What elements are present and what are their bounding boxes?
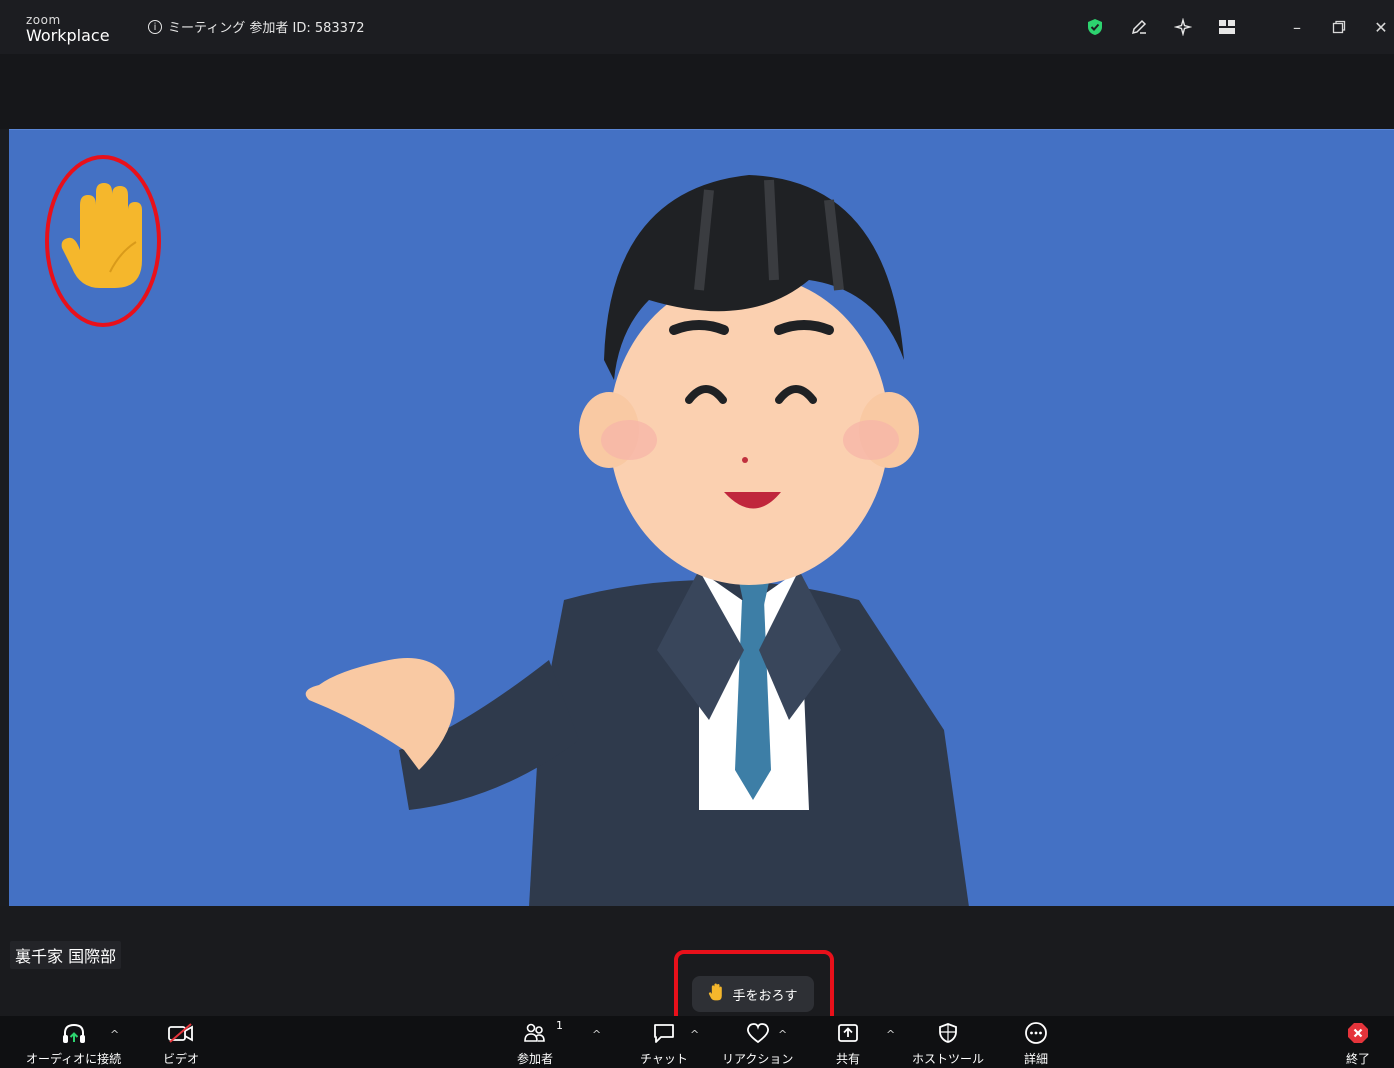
more-button[interactable]: 詳細 bbox=[1024, 1020, 1048, 1067]
participants-options-chevron-icon[interactable]: ^ bbox=[592, 1028, 601, 1041]
share-arrow-icon bbox=[836, 1020, 860, 1046]
restore-icon[interactable] bbox=[1326, 14, 1352, 40]
security-shield-icon[interactable] bbox=[1082, 14, 1108, 40]
top-spacer bbox=[0, 54, 1394, 129]
chat-bubble-icon bbox=[652, 1020, 676, 1046]
share-options-chevron-icon[interactable]: ^ bbox=[886, 1028, 895, 1041]
meeting-toolbar: オーディオに接続 ^ ビデオ 参加者 1 ^ チャット ^ リアクション ^ 共… bbox=[0, 1016, 1394, 1068]
apps-grid-icon[interactable] bbox=[1214, 14, 1240, 40]
participant-video[interactable] bbox=[9, 129, 1394, 907]
reactions-label: リアクション bbox=[722, 1052, 794, 1066]
meeting-info[interactable]: i ミーティング 参加者 ID: 583372 bbox=[148, 17, 364, 36]
audio-label: オーディオに接続 bbox=[26, 1052, 122, 1066]
close-icon[interactable]: ✕ bbox=[1368, 14, 1394, 40]
meeting-info-text: ミーティング 参加者 ID: 583372 bbox=[168, 21, 365, 36]
info-icon: i bbox=[148, 19, 162, 34]
end-x-icon bbox=[1346, 1020, 1370, 1046]
annotation-circle-hand bbox=[45, 155, 161, 327]
share-button[interactable]: 共有 bbox=[836, 1020, 860, 1067]
host-tools-button[interactable]: ホストツール bbox=[912, 1020, 984, 1067]
reaction-heart-icon bbox=[745, 1020, 771, 1046]
title-bar-icons: – ✕ bbox=[1064, 14, 1394, 40]
title-bar: zoom Workplace i ミーティング 参加者 ID: 583372 –… bbox=[0, 0, 1394, 54]
logo-workplace-text: Workplace bbox=[26, 26, 110, 45]
video-button[interactable]: ビデオ bbox=[163, 1020, 199, 1067]
reactions-options-chevron-icon[interactable]: ^ bbox=[778, 1028, 787, 1041]
participants-icon bbox=[522, 1020, 548, 1046]
window-controls: – ✕ bbox=[1268, 14, 1394, 40]
headphones-icon bbox=[61, 1020, 87, 1046]
video-off-icon bbox=[167, 1020, 195, 1046]
participants-count: 1 bbox=[556, 1019, 563, 1032]
shield-icon bbox=[937, 1020, 959, 1046]
logo-small-text: zoom bbox=[26, 13, 61, 27]
end-label: 終了 bbox=[1346, 1052, 1371, 1066]
end-meeting-button[interactable]: 終了 bbox=[1346, 1020, 1370, 1067]
annotate-pen-icon[interactable] bbox=[1126, 14, 1152, 40]
video-label: ビデオ bbox=[163, 1052, 200, 1066]
share-label: 共有 bbox=[836, 1052, 861, 1066]
more-label: 詳細 bbox=[1024, 1052, 1049, 1066]
chat-label: チャット bbox=[640, 1052, 688, 1066]
chat-button[interactable]: チャット bbox=[640, 1020, 688, 1067]
more-dots-icon bbox=[1024, 1020, 1048, 1046]
chat-options-chevron-icon[interactable]: ^ bbox=[690, 1028, 699, 1041]
participants-button[interactable]: 参加者 bbox=[517, 1020, 553, 1067]
ai-sparkle-icon[interactable] bbox=[1170, 14, 1196, 40]
businessman-illustration bbox=[9, 130, 1394, 907]
audio-button[interactable]: オーディオに接続 bbox=[26, 1020, 121, 1067]
minimize-icon[interactable]: – bbox=[1284, 14, 1310, 40]
host-tools-label: ホストツール bbox=[912, 1052, 985, 1066]
participant-name-tag: 裏千家 国際部 bbox=[10, 941, 122, 969]
participants-label: 参加者 bbox=[517, 1052, 554, 1066]
audio-options-chevron-icon[interactable]: ^ bbox=[110, 1028, 119, 1041]
zoom-logo: zoom Workplace bbox=[26, 14, 110, 44]
